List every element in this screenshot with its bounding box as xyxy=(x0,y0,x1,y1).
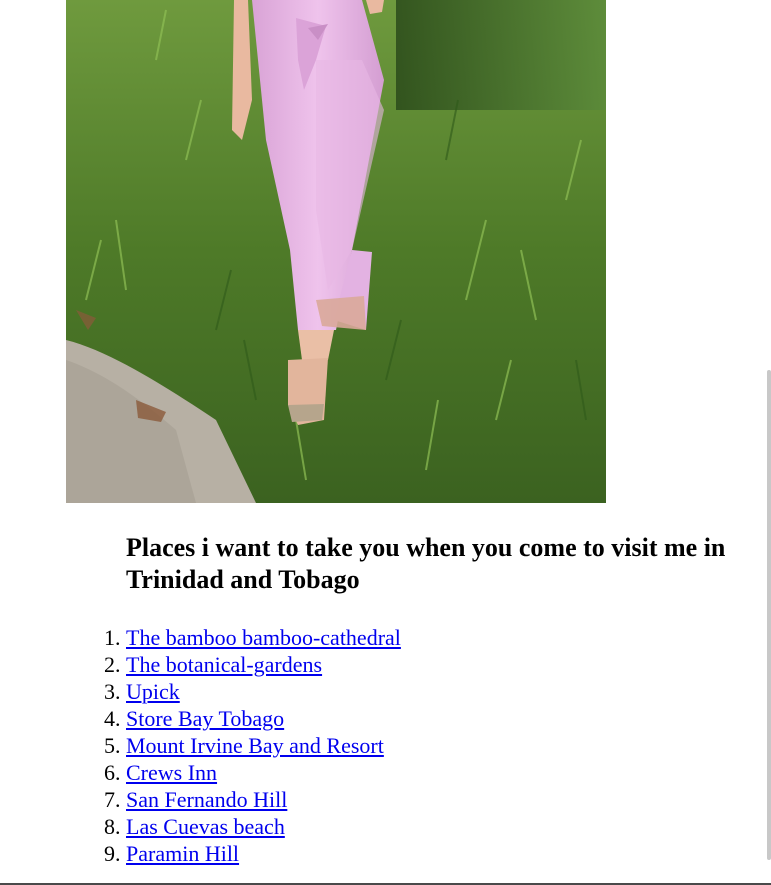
place-link[interactable]: The botanical-gardens xyxy=(126,652,322,677)
vertical-scrollbar[interactable] xyxy=(767,370,771,860)
places-heading: Places i want to take you when you come … xyxy=(126,533,726,594)
places-list: The bamboo bamboo-cathedral The botanica… xyxy=(126,624,401,867)
list-item: Upick xyxy=(126,678,401,705)
place-link[interactable]: The bamboo bamboo-cathedral xyxy=(126,625,401,650)
place-link[interactable]: San Fernando Hill xyxy=(126,787,287,812)
list-item: Paramin Hill xyxy=(126,840,401,867)
list-item: The botanical-gardens xyxy=(126,651,401,678)
place-link[interactable]: Upick xyxy=(126,679,180,704)
place-link[interactable]: Mount Irvine Bay and Resort xyxy=(126,733,384,758)
list-item: The bamboo bamboo-cathedral xyxy=(126,624,401,651)
list-item: Mount Irvine Bay and Resort xyxy=(126,732,401,759)
place-link[interactable]: Crews Inn xyxy=(126,760,217,785)
list-item: Store Bay Tobago xyxy=(126,705,401,732)
place-link[interactable]: Las Cuevas beach xyxy=(126,814,285,839)
place-link[interactable]: Paramin Hill xyxy=(126,841,239,866)
hero-photo xyxy=(66,0,606,503)
list-item: Crews Inn xyxy=(126,759,401,786)
list-item: San Fernando Hill xyxy=(126,786,401,813)
place-link[interactable]: Store Bay Tobago xyxy=(126,706,284,731)
list-item: Las Cuevas beach xyxy=(126,813,401,840)
